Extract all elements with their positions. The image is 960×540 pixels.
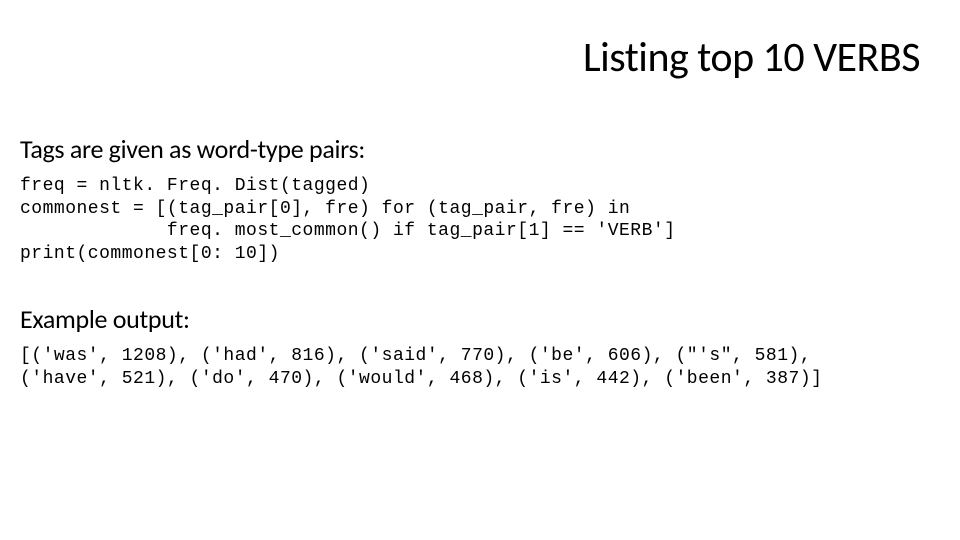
slide-title: Listing top 10 VERBS	[0, 0, 960, 133]
code-line-2: commonest = [(tag_pair[0], fre) for (tag…	[20, 199, 630, 219]
slide-container: Listing top 10 VERBS Tags are given as w…	[0, 0, 960, 540]
output-line-2: ('have', 521), ('do', 470), ('would', 46…	[20, 368, 960, 391]
output-block: [('was', 1208), ('had', 816), ('said', 7…	[0, 345, 960, 390]
section-2-heading: Example output:	[0, 303, 960, 345]
code-line-3: freq. most_common() if tag_pair[1] == 'V…	[20, 221, 676, 241]
section-1-heading: Tags are given as word-type pairs:	[0, 133, 960, 175]
code-line-1: freq = nltk. Freq. Dist(tagged)	[20, 176, 370, 196]
output-line-1: [('was', 1208), ('had', 816), ('said', 7…	[20, 345, 960, 368]
code-block: freq = nltk. Freq. Dist(tagged) commones…	[0, 175, 960, 303]
code-line-4: print(commonest[0: 10])	[20, 244, 280, 264]
